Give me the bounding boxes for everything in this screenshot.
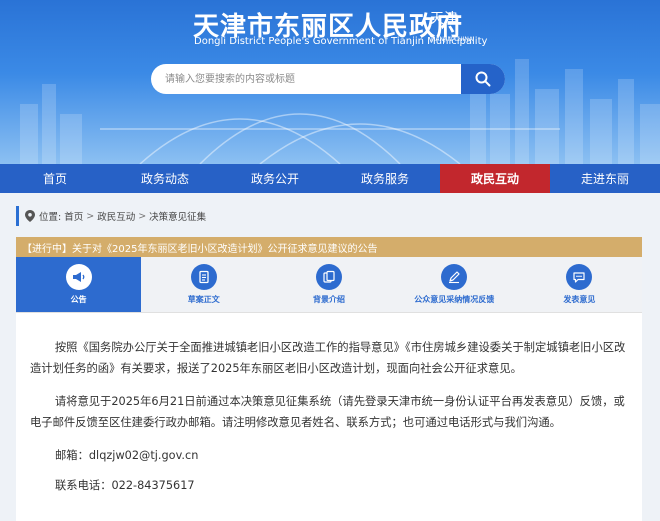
seal-subtext: TIANJIN CHINA	[430, 36, 474, 43]
contact-phone: 联系电话：022-84375617	[55, 479, 195, 492]
search-button[interactable]	[461, 64, 505, 94]
paragraph: 按照《国务院办公厅关于全面推进城镇老旧小区改造工作的指导意见》《市住房城乡建设委…	[30, 341, 626, 375]
tab-submit-opinion[interactable]: 发表意见	[517, 257, 642, 312]
tab-label: 背景介绍	[313, 295, 345, 304]
notice-title: 关于对《2025年东丽区老旧小区改造计划》公开征求意见建议的公告	[72, 243, 378, 255]
tab-draft-text[interactable]: 草案正文	[141, 257, 266, 312]
nav-item-services[interactable]: 政务服务	[330, 164, 440, 193]
search-box	[151, 64, 505, 94]
chat-bubble-icon	[566, 264, 593, 290]
tab-bar: 公告 草案正文 背景介绍 公众意见采纳情况反馈 发表意见	[16, 257, 642, 313]
breadcrumb-home[interactable]: 首页	[64, 209, 83, 223]
main-nav: 首页 政务动态 政务公开 政务服务 政民互动 走进东丽	[0, 164, 660, 193]
nav-item-home[interactable]: 首页	[0, 164, 110, 193]
tab-label: 发表意见	[563, 295, 596, 304]
document-icon	[190, 264, 217, 290]
tab-label: 公众意见采纳情况反馈	[414, 295, 495, 304]
tab-label: 公告	[70, 295, 87, 304]
paragraph: 请将意见于2025年6月21日前通过本决策意见征集系统（请先登录天津市统一身份认…	[30, 395, 625, 429]
notice-title-bar: 【进行中】 关于对《2025年东丽区老旧小区改造计划》公开征求意见建议的公告	[16, 237, 642, 257]
breadcrumb: 位置: 首页 > 政民互动 > 决策意见征集	[16, 206, 642, 226]
breadcrumb-interaction[interactable]: 政民互动	[97, 209, 135, 223]
pen-icon	[441, 264, 468, 290]
nav-item-news[interactable]: 政务动态	[110, 164, 220, 193]
breadcrumb-current[interactable]: 决策意见征集	[149, 209, 206, 223]
nav-item-about-dongli[interactable]: 走进东丽	[550, 164, 660, 193]
search-icon	[475, 71, 491, 87]
breadcrumb-prefix: 位置:	[39, 212, 62, 223]
location-pin-icon	[25, 210, 35, 222]
status-badge: 【进行中】	[22, 243, 72, 255]
header-banner: 天津市东丽区人民政府 Dongli District People's Gove…	[0, 0, 660, 164]
files-icon	[316, 264, 342, 290]
nav-item-open-government[interactable]: 政务公开	[220, 164, 330, 193]
breadcrumb-separator: >	[138, 210, 147, 222]
megaphone-icon	[65, 264, 92, 290]
tab-feedback[interactable]: 公众意见采纳情况反馈	[392, 257, 517, 312]
breadcrumb-separator: >	[86, 210, 95, 222]
search-input[interactable]	[165, 69, 455, 89]
seal-text: 天津	[430, 11, 458, 27]
content-card: 【进行中】 关于对《2025年东丽区老旧小区改造计划》公开征求意见建议的公告 公…	[16, 237, 642, 521]
cityscape-illustration	[20, 59, 660, 164]
tianjin-seal-logo: 天津 TIANJIN CHINA	[428, 6, 473, 46]
nav-item-interaction[interactable]: 政民互动	[440, 164, 550, 193]
announcement-body: 按照《国务院办公厅关于全面推进城镇老旧小区改造工作的指导意见》《市住房城乡建设委…	[30, 337, 630, 505]
tab-label: 草案正文	[187, 295, 220, 304]
tab-announcement[interactable]: 公告	[16, 257, 142, 312]
contact-email: 邮箱：dlqzjw02@tj.gov.cn	[55, 449, 199, 462]
tab-background[interactable]: 背景介绍	[266, 257, 391, 312]
